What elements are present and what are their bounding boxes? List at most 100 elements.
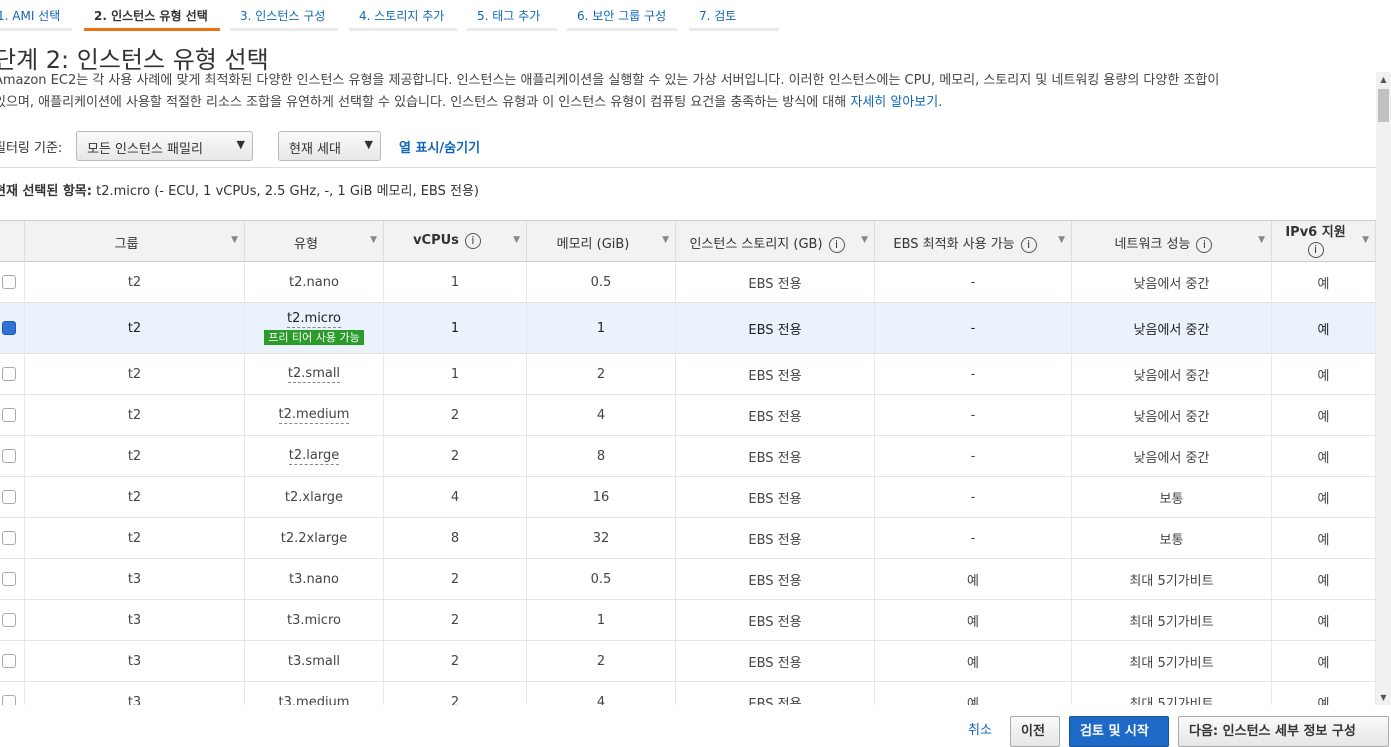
show-hide-columns-link[interactable]: 열 표시/숨기기 (399, 137, 480, 156)
cell-group: t3 (25, 559, 245, 599)
row-select-radio[interactable] (2, 613, 16, 627)
cell-ebs-text: - (970, 407, 976, 423)
cell-type: t2.2xlarge (245, 518, 384, 558)
cell-vcpus-text: 2 (450, 448, 460, 464)
table-row[interactable]: t3 t3.medium 2 4 EBS 전용 예 최대 5기가비트 예 (0, 682, 1376, 705)
table-row[interactable]: t2 t2.large 2 8 EBS 전용 - 낮음에서 중간 예 (0, 436, 1376, 477)
column-header-label: vCPUs i (384, 233, 510, 249)
row-select-radio[interactable] (2, 531, 16, 545)
column-header-storage[interactable]: 인스턴스 스토리지 (GB) i ▼ (676, 221, 875, 262)
cell-memory: 1 (527, 600, 676, 640)
cell-memory: 8 (527, 436, 676, 476)
sort-icon[interactable]: ▼ (231, 235, 238, 245)
cell-network: 최대 5기가비트 (1072, 600, 1272, 640)
row-select-radio[interactable] (2, 408, 16, 422)
learn-more-link[interactable]: 자세히 알아보기 (850, 95, 938, 110)
column-header-label: EBS 최적화 사용 가능 i (875, 233, 1055, 253)
cell-vcpus: 4 (384, 477, 527, 517)
column-header-type[interactable]: 유형 ▼ (245, 221, 384, 262)
previous-button[interactable]: 이전 (1010, 716, 1060, 747)
step-tags[interactable]: 5. 태그 추가 (477, 0, 557, 31)
sort-icon[interactable]: ▼ (1058, 235, 1065, 245)
column-header-label-text: 인스턴스 스토리지 (GB) (689, 237, 823, 252)
vertical-scrollbar[interactable]: ▲ ▼ (1376, 72, 1391, 705)
scroll-up-arrow-icon[interactable]: ▲ (1376, 72, 1391, 87)
generation-select[interactable]: 현재 세대 ▼ (278, 131, 381, 161)
instance-family-select[interactable]: 모든 인스턴스 패밀리 ▼ (76, 131, 253, 161)
sort-icon[interactable]: ▼ (662, 235, 669, 245)
row-select-radio[interactable] (2, 654, 16, 668)
step-underline-active (84, 28, 220, 31)
info-icon[interactable]: i (1196, 237, 1213, 253)
cell-type-text[interactable]: t2.small (287, 366, 341, 383)
page-description: Amazon EC2는 각 사용 사례에 맞게 최적화된 다양한 인스턴스 유형… (0, 70, 1374, 114)
table-row[interactable]: t2 t2.medium 2 4 EBS 전용 - 낮음에서 중간 예 (0, 395, 1376, 436)
row-select-radio[interactable] (2, 490, 16, 504)
column-header-group[interactable]: 그룹 ▼ (25, 221, 245, 262)
table-row[interactable]: t2 t2.xlarge 4 16 EBS 전용 - 보통 예 (0, 477, 1376, 518)
cell-group: t3 (25, 641, 245, 681)
step-configure[interactable]: 3. 인스턴스 구성 (240, 0, 350, 31)
cell-type-text[interactable]: t2.micro (287, 311, 341, 328)
scroll-thumb[interactable] (1378, 89, 1389, 122)
cell-group-text: t2 (127, 274, 142, 290)
step-underline (349, 28, 457, 31)
table-row[interactable]: t2 t2.small 1 2 EBS 전용 - 낮음에서 중간 예 (0, 354, 1376, 395)
cell-storage-text: EBS 전용 (748, 696, 802, 706)
table-row[interactable]: t3 t3.nano 2 0.5 EBS 전용 예 최대 5기가비트 예 (0, 559, 1376, 600)
cell-ipv6: 예 (1272, 600, 1376, 640)
table-row[interactable]: t3 t3.micro 2 1 EBS 전용 예 최대 5기가비트 예 (0, 600, 1376, 641)
column-header-memory[interactable]: 메모리 (GiB) ▼ (527, 221, 676, 262)
cell-vcpus: 2 (384, 600, 527, 640)
info-icon[interactable]: i (464, 233, 481, 249)
sort-icon[interactable]: ▼ (1258, 235, 1265, 245)
cell-ebs-text: 예 (967, 655, 979, 671)
column-header-ipv6[interactable]: IPv6 지원 i ▼ (1272, 221, 1376, 262)
review-and-launch-button[interactable]: 검토 및 시작 (1069, 716, 1169, 747)
cell-network-text: 낮음에서 중간 (1133, 409, 1210, 425)
table-row[interactable]: t2 t2.2xlarge 8 32 EBS 전용 - 보통 예 (0, 518, 1376, 559)
column-header-network[interactable]: 네트워크 성능 i ▼ (1072, 221, 1272, 262)
cell-ipv6: 예 (1272, 682, 1376, 705)
table-row[interactable]: t3 t3.small 2 2 EBS 전용 예 최대 5기가비트 예 (0, 641, 1376, 682)
sort-icon[interactable]: ▼ (513, 235, 520, 245)
cell-group: t2 (25, 477, 245, 517)
cell-storage-text: EBS 전용 (748, 368, 802, 384)
sort-icon[interactable]: ▼ (861, 235, 868, 245)
cell-vcpus-text: 8 (450, 530, 460, 546)
cell-type-text[interactable]: t2.medium (278, 407, 350, 424)
row-select-radio[interactable] (2, 695, 16, 705)
step-review[interactable]: 7. 검토 (699, 0, 759, 31)
info-icon[interactable]: i (1307, 242, 1324, 258)
row-select-radio[interactable] (2, 572, 16, 586)
row-select-radio[interactable] (2, 367, 16, 381)
cell-ebs-text: 예 (967, 573, 979, 589)
cell-memory: 0.5 (527, 559, 676, 599)
info-icon[interactable]: i (1020, 237, 1037, 253)
cell-vcpus-text: 2 (450, 407, 460, 423)
step-storage[interactable]: 4. 스토리지 추가 (359, 0, 459, 31)
cell-type-text[interactable]: t2.large (288, 448, 340, 465)
info-icon[interactable]: i (828, 237, 845, 253)
sort-icon[interactable]: ▼ (370, 235, 377, 245)
cell-storage: EBS 전용 (676, 477, 875, 517)
scroll-down-arrow-icon[interactable]: ▼ (1376, 690, 1391, 705)
cell-storage: EBS 전용 (676, 395, 875, 435)
step-ami[interactable]: 1. AMI 선택 (0, 0, 73, 31)
cell-memory-text: 16 (592, 489, 610, 505)
cancel-button[interactable]: 취소 (968, 716, 992, 747)
cell-ebs-text: - (970, 448, 976, 464)
row-select-radio[interactable] (2, 449, 16, 463)
step-security-group[interactable]: 6. 보안 그룹 구성 (577, 0, 677, 31)
column-header-vcpus[interactable]: vCPUs i ▼ (384, 221, 527, 262)
row-select-radio[interactable] (2, 275, 16, 289)
sort-icon[interactable]: ▼ (1362, 235, 1369, 245)
step-instance-type[interactable]: 2. 인스턴스 유형 선택 (94, 0, 220, 31)
description-line-2: 있으며, 애플리케이션에 사용할 적절한 리소스 조합을 유연하게 선택할 수 … (0, 92, 1374, 114)
cell-ipv6: 예 (1272, 395, 1376, 435)
table-row[interactable]: t2 t2.nano 1 0.5 EBS 전용 - 낮음에서 중간 예 (0, 262, 1376, 303)
row-select-radio[interactable] (2, 321, 16, 335)
column-header-ebs[interactable]: EBS 최적화 사용 가능 i ▼ (875, 221, 1072, 262)
next-configure-instance-button[interactable]: 다음: 인스턴스 세부 정보 구성 (1178, 716, 1389, 747)
table-row[interactable]: t2 t2.micro 프리 티어 사용 가능 1 1 EBS 전용 - 낮음에서 중간 예 (0, 303, 1376, 354)
